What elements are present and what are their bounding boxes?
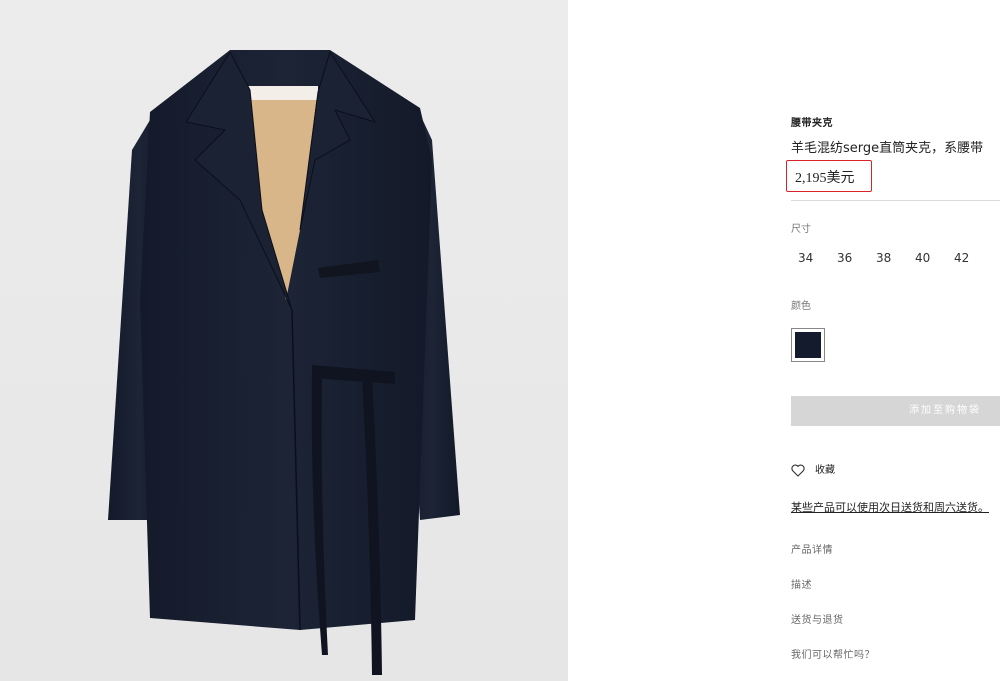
- wishlist-label: 收藏: [815, 465, 835, 476]
- divider: [791, 200, 1000, 201]
- size-option[interactable]: 40: [915, 251, 954, 265]
- accordion-product-details[interactable]: 产品详情: [791, 541, 833, 556]
- wishlist-button[interactable]: 收藏: [791, 461, 835, 477]
- size-label: 尺寸: [791, 224, 811, 235]
- size-option[interactable]: 36: [837, 251, 876, 265]
- size-option[interactable]: 34: [798, 251, 837, 265]
- accordion-description[interactable]: 描述: [791, 576, 812, 591]
- size-option[interactable]: 38: [876, 251, 915, 265]
- size-option[interactable]: 42: [954, 251, 993, 265]
- size-selector: 34 36 38 40 42: [798, 251, 993, 265]
- product-name: 羊毛混纺serge直筒夹克，系腰带: [791, 141, 984, 156]
- color-swatch-navy[interactable]: [791, 328, 825, 362]
- color-label: 颜色: [791, 301, 811, 312]
- add-to-cart-button[interactable]: 添加至购物袋: [791, 396, 1000, 426]
- product-image[interactable]: [0, 0, 568, 681]
- heart-icon: [791, 462, 805, 477]
- accordion-help[interactable]: 我们可以帮忙吗？: [791, 646, 875, 661]
- color-swatch-fill: [795, 332, 821, 358]
- jacket-illustration: [108, 50, 460, 675]
- product-info-panel: 腰带夹克 羊毛混纺serge直筒夹克，系腰带 2,195美元 尺寸 34 36 …: [786, 0, 1000, 681]
- delivery-info-link[interactable]: 某些产品可以使用次日送货和周六送货。: [791, 499, 989, 515]
- product-price: 2,195美元: [795, 171, 855, 186]
- product-category: 腰带夹克: [791, 118, 833, 129]
- accordion-shipping-returns[interactable]: 送货与退货: [791, 611, 844, 626]
